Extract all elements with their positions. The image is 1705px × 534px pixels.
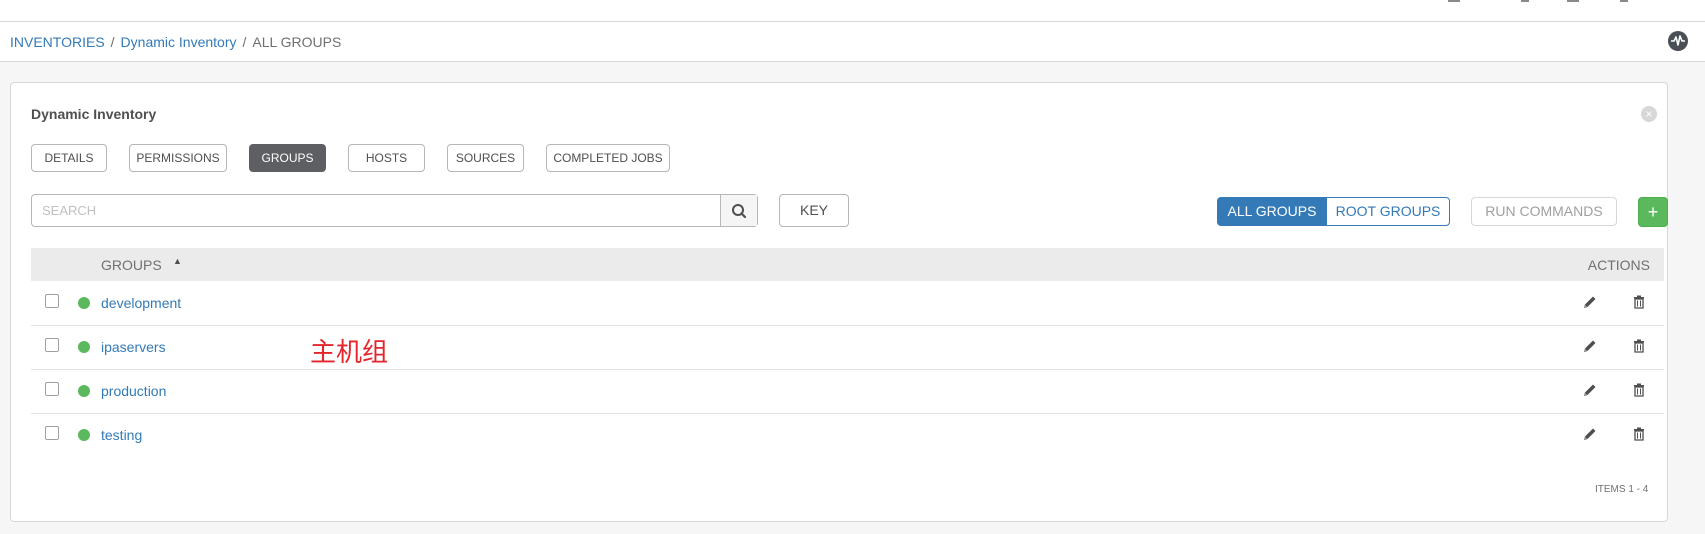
- search-icon: [732, 204, 747, 219]
- breadcrumb-bar: INVENTORIES / Dynamic Inventory / ALL GROUPS: [0, 22, 1705, 62]
- pencil-icon[interactable]: [1582, 426, 1598, 442]
- group-name-link[interactable]: testing: [101, 427, 142, 443]
- status-dot: [78, 297, 90, 309]
- navbar-icon-fragment[interactable]: [1448, 0, 1460, 2]
- all-groups-toggle[interactable]: ALL GROUPS: [1217, 197, 1327, 226]
- panel-title: Dynamic Inventory: [31, 106, 157, 122]
- table-row: production: [31, 369, 1664, 414]
- trash-icon[interactable]: [1631, 426, 1647, 442]
- table-row: development: [31, 281, 1664, 326]
- breadcrumb-current: ALL GROUPS: [252, 34, 342, 50]
- status-dot: [78, 341, 90, 353]
- close-icon[interactable]: ×: [1641, 106, 1657, 122]
- row-checkbox[interactable]: [45, 426, 59, 440]
- row-checkbox[interactable]: [45, 294, 59, 308]
- search-box: [31, 194, 758, 227]
- table-row: ipaservers: [31, 325, 1664, 370]
- tab-details[interactable]: DETAILS: [31, 144, 107, 172]
- group-name-link[interactable]: ipaservers: [101, 339, 166, 355]
- status-dot: [78, 429, 90, 441]
- trash-icon[interactable]: [1631, 294, 1647, 310]
- breadcrumb-inventories[interactable]: INVENTORIES: [10, 34, 105, 50]
- group-name-link[interactable]: production: [101, 383, 166, 399]
- pagination-count: ITEMS 1 - 4: [1595, 484, 1649, 495]
- row-checkbox[interactable]: [45, 338, 59, 352]
- tab-sources[interactable]: SOURCES: [447, 144, 524, 172]
- column-header-actions: ACTIONS: [1587, 257, 1650, 273]
- add-group-button[interactable]: +: [1638, 197, 1668, 227]
- tab-groups[interactable]: GROUPS: [249, 144, 326, 172]
- inventory-panel: Dynamic Inventory × DETAILS PERMISSIONS …: [10, 82, 1668, 522]
- pencil-icon[interactable]: [1582, 338, 1598, 354]
- activity-stream-icon[interactable]: [1668, 31, 1688, 51]
- trash-icon[interactable]: [1631, 382, 1647, 398]
- table-row: testing: [31, 413, 1664, 457]
- top-navbar: [0, 0, 1705, 22]
- key-button[interactable]: KEY: [779, 194, 849, 227]
- search-input[interactable]: [32, 195, 722, 226]
- pencil-icon[interactable]: [1582, 294, 1598, 310]
- group-name-link[interactable]: development: [101, 295, 181, 311]
- root-groups-toggle[interactable]: ROOT GROUPS: [1326, 197, 1450, 226]
- navbar-icon-fragment[interactable]: [1567, 0, 1579, 2]
- tab-completed-jobs[interactable]: COMPLETED JOBS: [546, 144, 670, 172]
- search-button[interactable]: [720, 195, 757, 226]
- breadcrumb-separator: /: [242, 34, 247, 50]
- breadcrumb: INVENTORIES / Dynamic Inventory / ALL GROUPS: [10, 34, 341, 50]
- sort-ascending-icon[interactable]: ▲: [173, 256, 182, 266]
- breadcrumb-separator: /: [110, 34, 115, 50]
- row-checkbox[interactable]: [45, 382, 59, 396]
- navbar-icon-fragment[interactable]: [1620, 0, 1628, 2]
- column-header-groups[interactable]: GROUPS: [101, 257, 162, 273]
- navbar-icon-fragment[interactable]: [1521, 0, 1529, 2]
- table-header: GROUPS ▲ ACTIONS: [31, 248, 1664, 281]
- tab-hosts[interactable]: HOSTS: [348, 144, 425, 172]
- trash-icon[interactable]: [1631, 338, 1647, 354]
- annotation-label: 主机组: [310, 338, 389, 368]
- status-dot: [78, 385, 90, 397]
- run-commands-button[interactable]: RUN COMMANDS: [1471, 197, 1617, 226]
- tab-permissions[interactable]: PERMISSIONS: [129, 144, 227, 172]
- breadcrumb-dynamic-inventory[interactable]: Dynamic Inventory: [121, 34, 237, 50]
- pencil-icon[interactable]: [1582, 382, 1598, 398]
